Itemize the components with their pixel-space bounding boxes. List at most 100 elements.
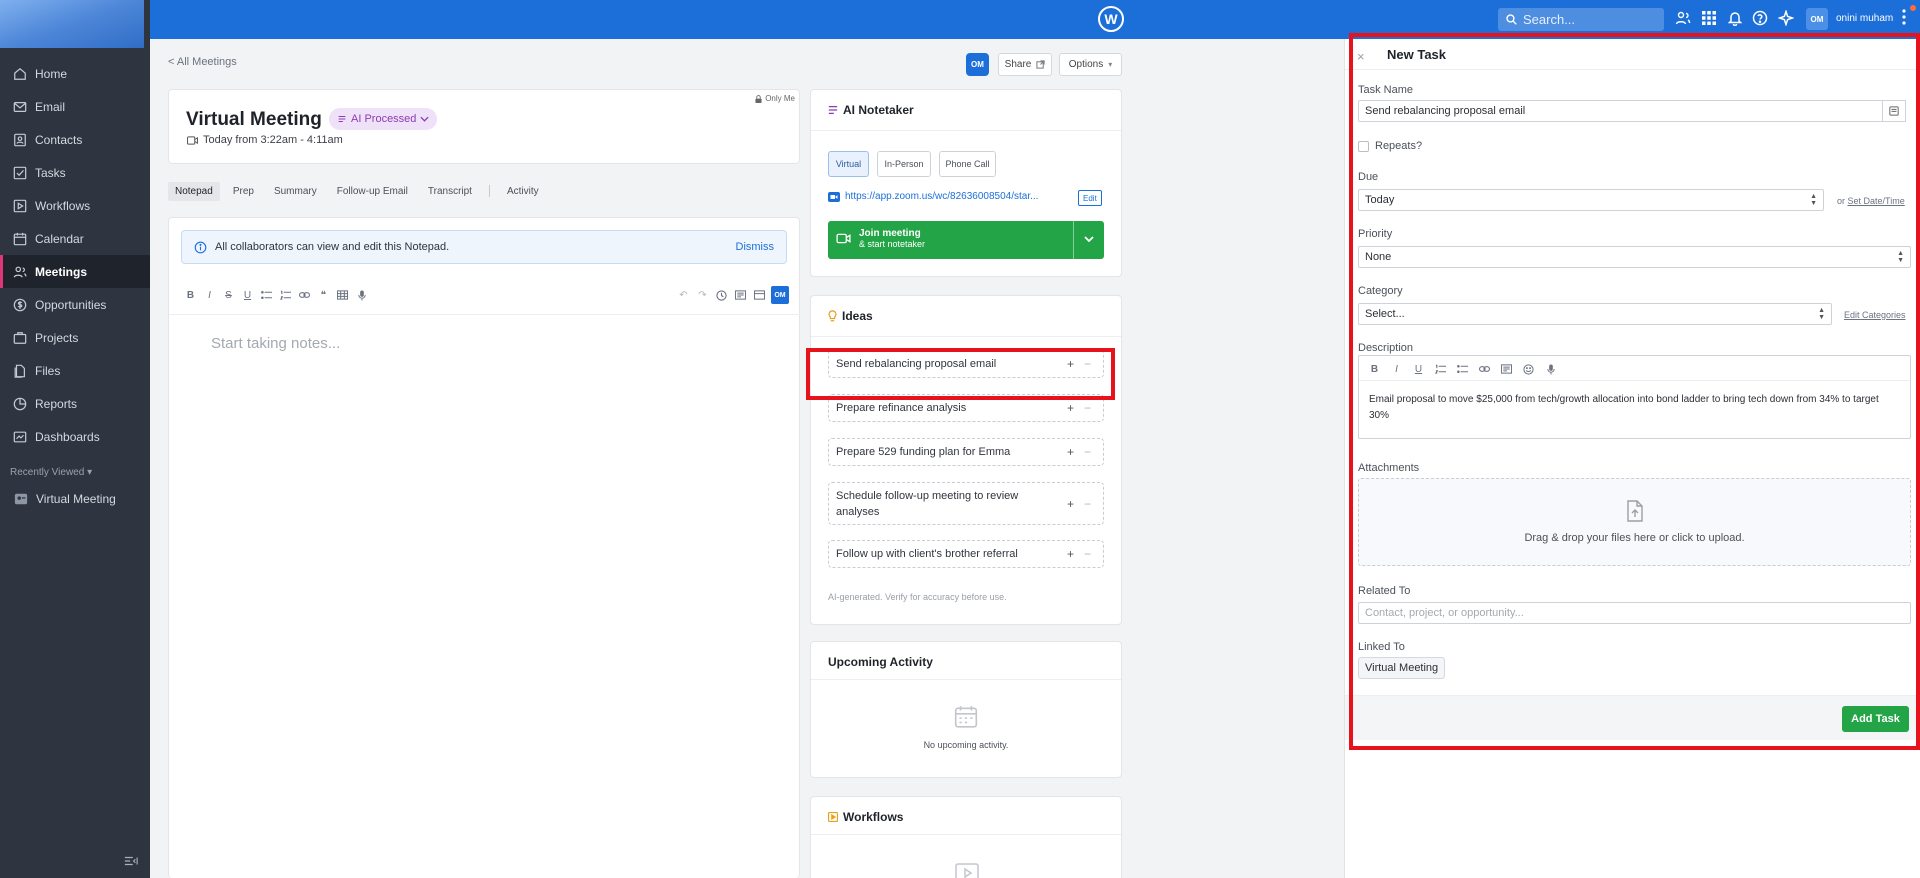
edit-categories-link[interactable]: Edit Categories xyxy=(1844,310,1906,320)
tab-activity[interactable]: Activity xyxy=(500,182,546,201)
undo-icon[interactable]: ↶ xyxy=(674,287,693,303)
history-icon[interactable] xyxy=(712,287,731,303)
chevron-down-icon[interactable] xyxy=(1083,233,1095,245)
share-button[interactable]: Share xyxy=(998,53,1052,76)
template-icon[interactable] xyxy=(1497,361,1516,377)
dismiss-idea-icon[interactable]: − xyxy=(1084,401,1091,415)
search-input[interactable]: Search... xyxy=(1498,8,1664,31)
toolbar-user-avatar[interactable]: OM xyxy=(771,286,789,304)
due-select[interactable]: Today ▲ ▼ xyxy=(1358,189,1824,211)
meeting-link[interactable]: https://app.zoom.us/wc/82636008504/star.… xyxy=(828,191,1068,202)
tab-notepad[interactable]: Notepad xyxy=(168,181,220,201)
bell-icon[interactable] xyxy=(1727,10,1745,28)
visibility-indicator[interactable]: Only Me xyxy=(755,94,795,103)
bullet-list-icon[interactable] xyxy=(257,287,276,303)
tab-follow-up-email[interactable]: Follow-up Email xyxy=(330,182,415,201)
sidebar-item-meetings[interactable]: Meetings xyxy=(0,255,150,288)
people-icon[interactable] xyxy=(1675,10,1693,28)
microphone-icon[interactable] xyxy=(352,287,371,303)
meeting-title[interactable]: Virtual Meeting xyxy=(186,109,322,131)
mode-phone-call-button[interactable]: Phone Call xyxy=(939,151,996,177)
add-idea-icon[interactable]: + xyxy=(1067,357,1074,371)
close-icon[interactable]: × xyxy=(1357,49,1365,64)
repeats-checkbox[interactable] xyxy=(1358,141,1369,152)
more-vertical-icon[interactable] xyxy=(1902,8,1906,26)
bullet-list-icon[interactable] xyxy=(1453,361,1472,377)
table-icon[interactable] xyxy=(333,287,352,303)
add-idea-icon[interactable]: + xyxy=(1067,547,1074,561)
priority-select[interactable]: None ▲ ▼ xyxy=(1358,246,1911,268)
sidebar-item-workflows[interactable]: Workflows xyxy=(0,189,150,222)
edit-link-button[interactable]: Edit xyxy=(1078,190,1102,206)
tab-transcript[interactable]: Transcript xyxy=(421,182,479,201)
sidebar-item-calendar[interactable]: Calendar xyxy=(0,222,150,255)
idea-item[interactable]: Schedule follow-up meeting to review ana… xyxy=(828,482,1104,525)
italic-icon[interactable]: I xyxy=(1387,361,1406,377)
dismiss-idea-icon[interactable]: − xyxy=(1084,547,1091,561)
sidebar-item-opportunities[interactable]: Opportunities xyxy=(0,288,150,321)
related-to-input[interactable]: Contact, project, or opportunity... xyxy=(1358,602,1911,624)
description-editor[interactable]: B I U Email proposal to move $25,000 fro… xyxy=(1358,355,1911,439)
task-name-input[interactable]: Send rebalancing proposal email xyxy=(1358,100,1884,122)
italic-icon[interactable]: I xyxy=(200,287,219,303)
sparkle-icon[interactable] xyxy=(1778,10,1796,28)
repeats-label[interactable]: Repeats? xyxy=(1375,140,1422,152)
emoji-icon[interactable] xyxy=(1519,361,1538,377)
idea-item[interactable]: Prepare refinance analysis + − xyxy=(828,394,1104,422)
numbered-list-icon[interactable] xyxy=(1431,361,1450,377)
recently-viewed-toggle[interactable]: Recently Viewed ▾ xyxy=(0,467,150,478)
user-avatar[interactable]: OM xyxy=(1806,8,1828,30)
brand-logo[interactable] xyxy=(0,0,144,48)
ai-processed-badge[interactable]: AI Processed xyxy=(329,108,438,130)
idea-item[interactable]: Prepare 529 funding plan for Emma + − xyxy=(828,438,1104,466)
options-button[interactable]: Options ▾ xyxy=(1059,53,1122,76)
sidebar-item-files[interactable]: Files xyxy=(0,354,150,387)
help-icon[interactable] xyxy=(1752,10,1770,28)
bold-icon[interactable]: B xyxy=(1365,361,1384,377)
strikethrough-icon[interactable]: S xyxy=(219,287,238,303)
app-logo-icon[interactable]: W xyxy=(1098,6,1124,32)
bold-icon[interactable]: B xyxy=(181,287,200,303)
dismiss-button[interactable]: Dismiss xyxy=(736,241,775,253)
tab-prep[interactable]: Prep xyxy=(226,182,261,201)
task-template-icon[interactable] xyxy=(1882,100,1906,122)
add-idea-icon[interactable]: + xyxy=(1067,445,1074,459)
link-icon[interactable] xyxy=(295,287,314,303)
sidebar-item-dashboards[interactable]: Dashboards xyxy=(0,420,150,453)
sidebar-item-tasks[interactable]: Tasks xyxy=(0,156,150,189)
tab-summary[interactable]: Summary xyxy=(267,182,324,201)
save-icon[interactable] xyxy=(750,287,769,303)
set-date-time-link[interactable]: or Set Date/Time xyxy=(1837,196,1905,206)
notes-editor[interactable]: Start taking notes... xyxy=(211,335,340,352)
collapse-sidebar-icon[interactable] xyxy=(124,855,138,867)
linked-to-chip[interactable]: Virtual Meeting xyxy=(1358,657,1446,679)
quote-icon[interactable]: ❝ xyxy=(314,287,333,303)
link-icon[interactable] xyxy=(1475,361,1494,377)
underline-icon[interactable]: U xyxy=(1409,361,1428,377)
join-meeting-button[interactable]: Join meeting & start notetaker xyxy=(828,221,1104,259)
add-idea-icon[interactable]: + xyxy=(1067,496,1074,512)
sidebar-item-reports[interactable]: Reports xyxy=(0,387,150,420)
sidebar-item-contacts[interactable]: Contacts xyxy=(0,123,150,156)
numbered-list-icon[interactable] xyxy=(276,287,295,303)
sidebar-item-email[interactable]: Email xyxy=(0,90,150,123)
dismiss-idea-icon[interactable]: − xyxy=(1084,357,1091,371)
dismiss-idea-icon[interactable]: − xyxy=(1084,445,1091,459)
recent-item-virtual-meeting[interactable]: Virtual Meeting xyxy=(0,488,150,510)
apps-grid-icon[interactable] xyxy=(1701,10,1719,28)
underline-icon[interactable]: U xyxy=(238,287,257,303)
back-to-all-meetings-link[interactable]: < All Meetings xyxy=(168,56,237,68)
category-select[interactable]: Select... ▲ ▼ xyxy=(1358,303,1832,325)
redo-icon[interactable]: ↷ xyxy=(693,287,712,303)
sidebar-item-home[interactable]: Home xyxy=(0,57,150,90)
idea-item[interactable]: Follow up with client's brother referral… xyxy=(828,540,1104,568)
add-task-button[interactable]: Add Task xyxy=(1842,706,1909,732)
add-idea-icon[interactable]: + xyxy=(1067,401,1074,415)
attachments-dropzone[interactable]: Drag & drop your files here or click to … xyxy=(1358,478,1911,566)
template-icon[interactable] xyxy=(731,287,750,303)
microphone-icon[interactable] xyxy=(1541,361,1560,377)
mode-in-person-button[interactable]: In-Person xyxy=(877,151,931,177)
dismiss-idea-icon[interactable]: − xyxy=(1084,496,1091,512)
owner-avatar[interactable]: OM xyxy=(966,53,989,76)
sidebar-item-projects[interactable]: Projects xyxy=(0,321,150,354)
